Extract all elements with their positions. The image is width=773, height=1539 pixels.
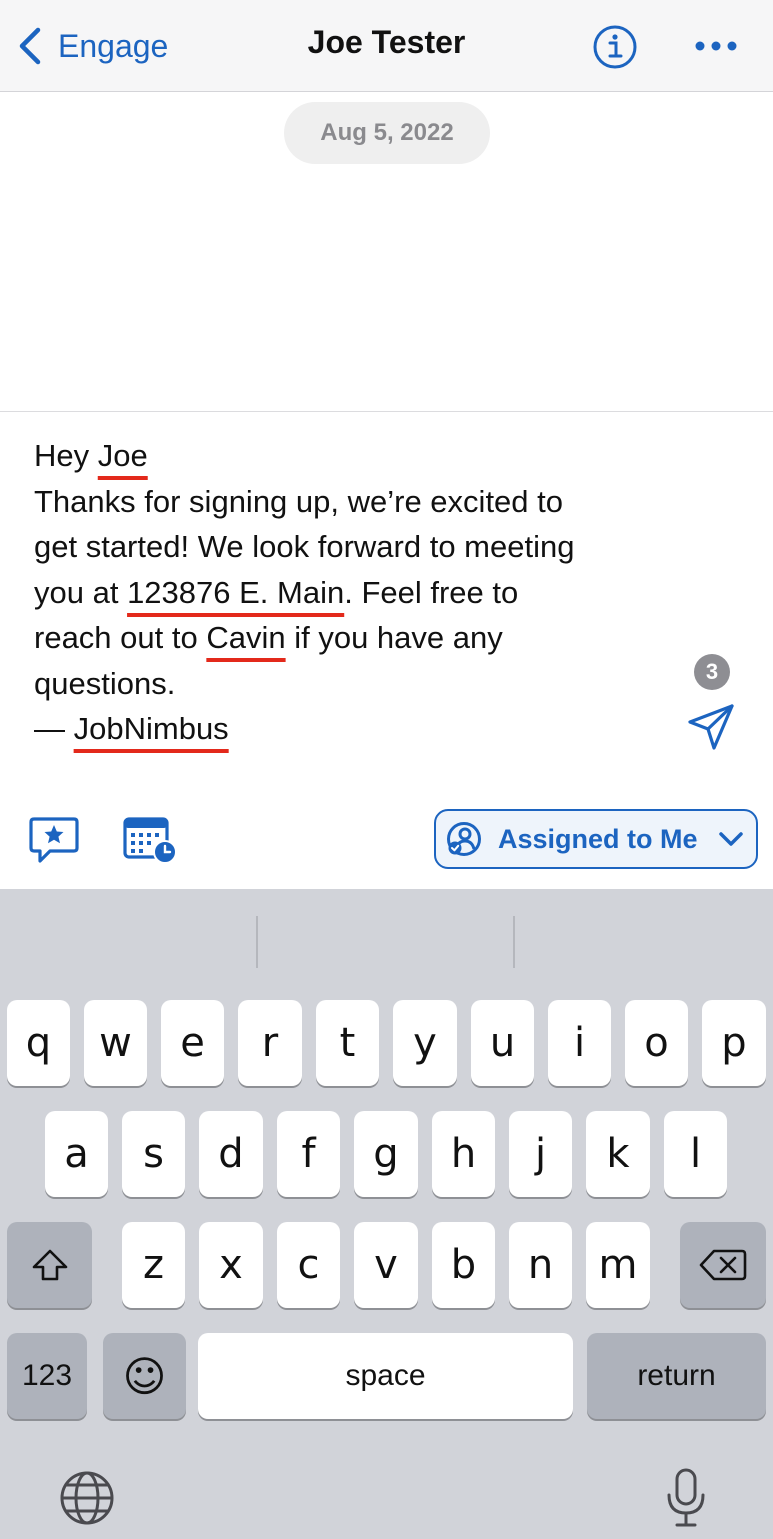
info-icon[interactable] (592, 24, 638, 70)
microphone-icon[interactable] (664, 1467, 708, 1529)
key-i[interactable]: i (548, 1000, 611, 1086)
delete-key[interactable] (680, 1222, 766, 1308)
key-d[interactable]: d (199, 1111, 263, 1197)
back-button[interactable]: Engage (16, 22, 168, 70)
calendar-clock-icon[interactable] (122, 815, 178, 865)
merge-field-address: 123876 E. Main (127, 574, 345, 610)
key-v[interactable]: v (354, 1222, 418, 1308)
key-c[interactable]: c (277, 1222, 340, 1308)
key-j[interactable]: j (509, 1111, 572, 1197)
emoji-key[interactable]: ☺ (103, 1333, 186, 1419)
merge-field-first-name: Joe (97, 438, 148, 473)
merge-field-sales-rep: Cavin (206, 620, 286, 655)
assign-label: Assigned to Me (498, 823, 698, 854)
key-u[interactable]: u (471, 1000, 534, 1086)
message-line: reach out to Cavin if you have any (34, 620, 503, 655)
character-count-badge: 3 (694, 654, 730, 690)
key-r[interactable]: r (238, 1000, 302, 1086)
key-q[interactable]: q (7, 1000, 70, 1086)
emoji-icon: ☺ (122, 1351, 167, 1401)
shift-key[interactable] (7, 1222, 92, 1308)
key-w[interactable]: w (84, 1000, 147, 1086)
globe-icon[interactable] (58, 1469, 116, 1527)
key-l[interactable]: l (664, 1111, 727, 1197)
key-y[interactable]: y (393, 1000, 457, 1086)
message-line: questions. (34, 665, 176, 701)
key-n[interactable]: n (509, 1222, 572, 1308)
key-k[interactable]: k (586, 1111, 650, 1197)
merge-field-company: JobNimbus (73, 711, 229, 746)
assign-dropdown[interactable]: Assigned to Me (434, 809, 758, 869)
speech-bubble-star-icon[interactable] (28, 816, 80, 864)
key-e[interactable]: e (161, 1000, 224, 1086)
chevron-down-icon (718, 832, 743, 846)
space-key[interactable]: space (198, 1333, 573, 1419)
backspace-icon (699, 1249, 747, 1281)
key-h[interactable]: h (432, 1111, 495, 1197)
key-t[interactable]: t (316, 1000, 379, 1086)
return-key[interactable]: return (587, 1333, 766, 1419)
user-check-icon (447, 822, 481, 856)
key-o[interactable]: o (625, 1000, 688, 1086)
message-line: Thanks for signing up, we’re excited to (34, 483, 563, 519)
shift-icon (32, 1249, 67, 1281)
key-m[interactable]: m (586, 1222, 650, 1308)
message-line: you at 123876 E. Main. Feel free to (34, 574, 519, 610)
navigation-bar: Engage Joe Tester (0, 0, 773, 92)
chevron-left-icon (19, 27, 41, 65)
key-g[interactable]: g (354, 1111, 418, 1197)
paper-plane-icon[interactable] (686, 702, 736, 752)
compose-divider (0, 411, 773, 412)
key-a[interactable]: a (45, 1111, 108, 1197)
date-separator: Aug 5, 2022 (284, 102, 490, 164)
back-label: Engage (58, 27, 169, 64)
message-line: Hey Joe (34, 438, 148, 473)
keyboard: q w e r t y u i o p a s d f g h j k l z … (0, 889, 773, 1539)
suggestion-divider (513, 916, 515, 968)
key-p[interactable]: p (702, 1000, 766, 1086)
suggestion-divider (256, 916, 258, 968)
message-line: get started! We look forward to meeting (34, 529, 575, 564)
ellipsis-icon[interactable] (692, 32, 740, 60)
key-x[interactable]: x (199, 1222, 263, 1308)
key-z[interactable]: z (122, 1222, 185, 1308)
message-line: — JobNimbus (34, 711, 229, 746)
key-f[interactable]: f (277, 1111, 340, 1197)
key-s[interactable]: s (122, 1111, 185, 1197)
numbers-key[interactable]: 123 (7, 1333, 87, 1419)
key-b[interactable]: b (432, 1222, 495, 1308)
message-input[interactable]: Hey Joe Thanks for signing up, we’re exc… (34, 433, 684, 752)
